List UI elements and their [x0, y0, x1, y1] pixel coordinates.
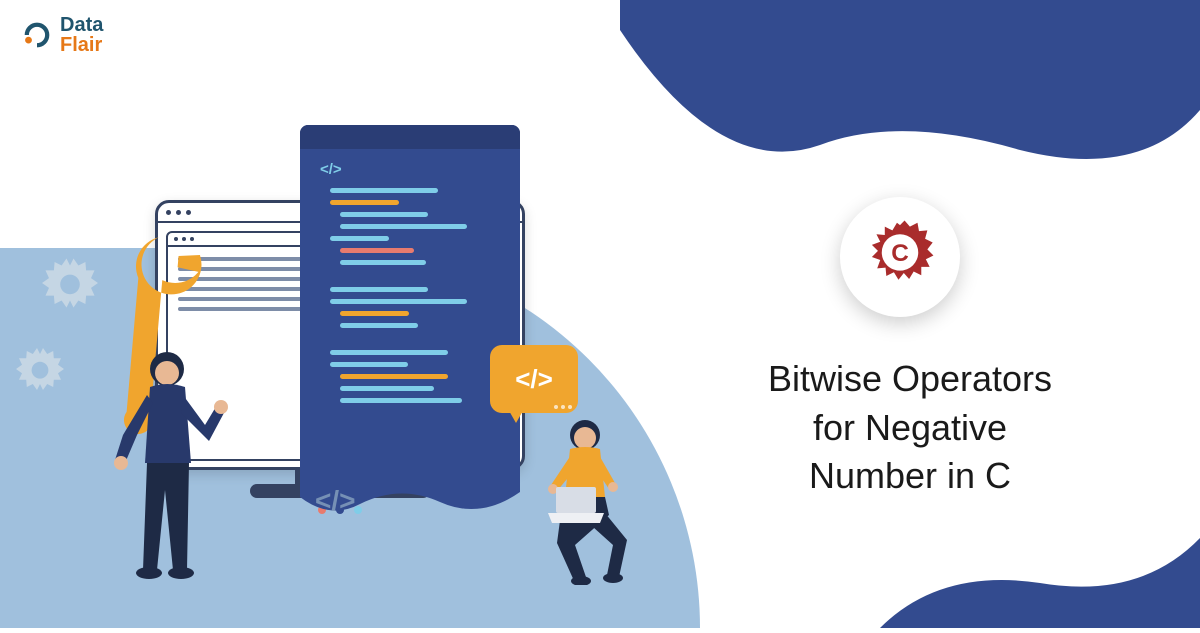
page-title: Bitwise Operators for Negative Number in… — [710, 355, 1110, 501]
gear-c-icon: C — [862, 219, 938, 295]
code-tag-symbol: </> — [320, 161, 508, 178]
title-line-3: Number in C — [710, 452, 1110, 501]
title-line-2: for Negative — [710, 404, 1110, 453]
c-language-badge: C — [840, 197, 960, 317]
laptop-icon — [548, 487, 604, 525]
logo-icon — [20, 18, 54, 52]
logo-text-data: Data — [60, 15, 103, 35]
logo-text-flair: Flair — [60, 35, 103, 55]
dataflair-logo: Data Flair — [20, 15, 103, 55]
svg-text:C: C — [891, 240, 909, 267]
top-right-wave — [620, 0, 1200, 200]
bubble-code-symbol: </> — [515, 364, 553, 395]
bottom-right-wave — [880, 528, 1200, 628]
code-paper-illustration: </> — [300, 125, 520, 465]
speech-bubble-code: </> — [490, 345, 578, 413]
title-line-1: Bitwise Operators — [710, 355, 1110, 404]
code-tag-floor: </> — [315, 485, 355, 517]
person-standing — [95, 345, 235, 585]
